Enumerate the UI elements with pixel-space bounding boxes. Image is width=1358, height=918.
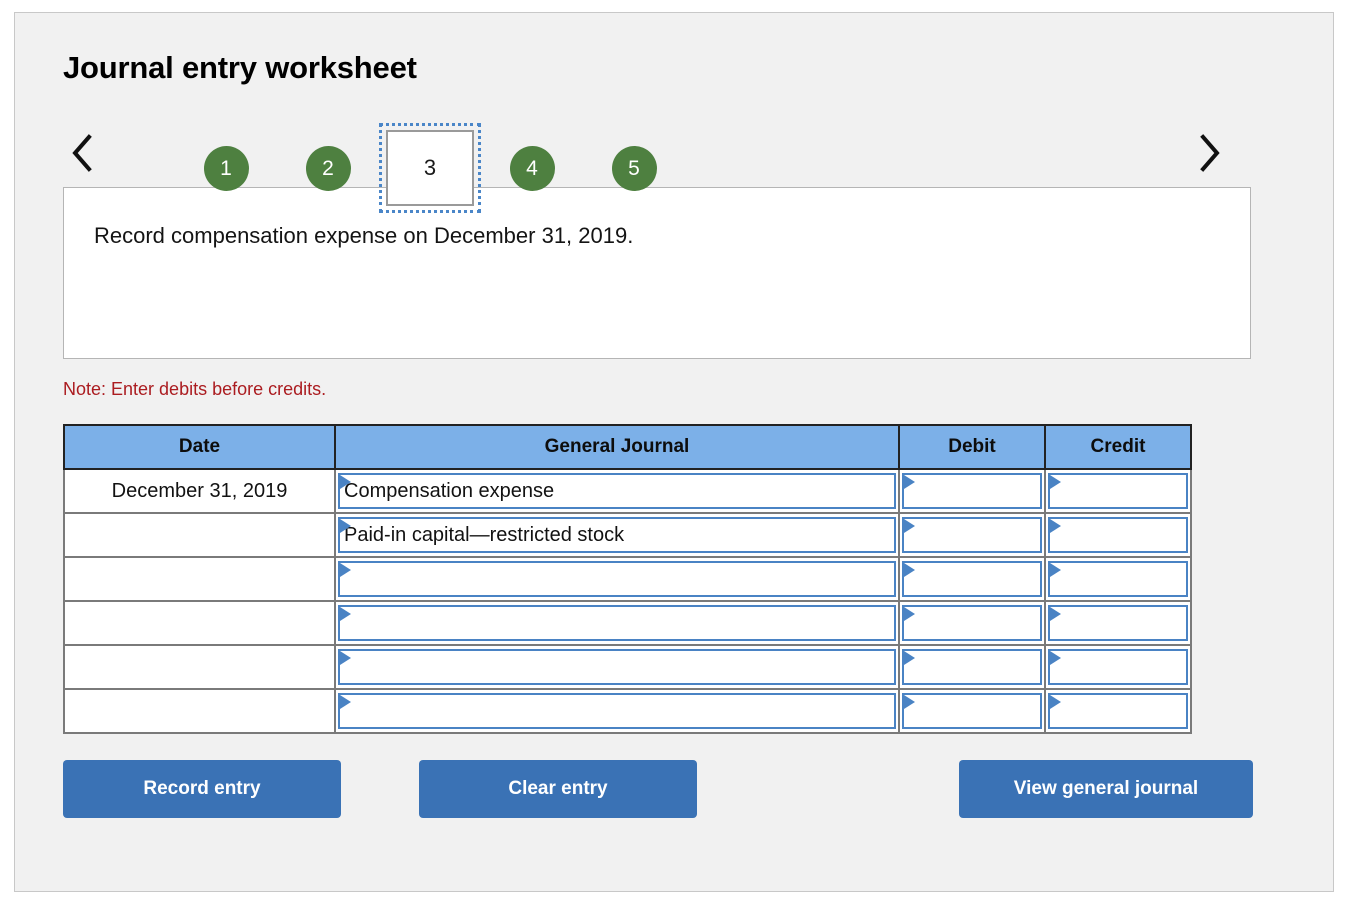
column-header-credit: Credit: [1044, 424, 1192, 470]
content-panel: Journal entry worksheet 1 2 3 4 5 Record…: [14, 12, 1334, 892]
debit-input[interactable]: [902, 473, 1042, 509]
dropdown-triangle-icon: [904, 695, 915, 709]
step-3-focus-outline: 3: [379, 123, 481, 213]
dropdown-triangle-icon: [904, 519, 915, 533]
credit-input[interactable]: [1048, 605, 1188, 641]
debit-cell[interactable]: [898, 512, 1046, 558]
step-circle-2[interactable]: 2: [305, 145, 351, 191]
account-cell[interactable]: Compensation expense: [334, 468, 900, 514]
dropdown-triangle-icon: [1050, 651, 1061, 665]
dropdown-triangle-icon: [1050, 519, 1061, 533]
debit-cell[interactable]: [898, 644, 1046, 690]
debits-before-credits-note: Note: Enter debits before credits.: [63, 379, 327, 399]
debit-input[interactable]: [902, 693, 1042, 729]
column-header-general-journal: General Journal: [334, 424, 900, 470]
table-header-row: Date General Journal Debit Credit: [63, 424, 1192, 470]
page-title: Journal entry worksheet: [63, 50, 417, 85]
debit-input[interactable]: [902, 517, 1042, 553]
account-input[interactable]: Paid-in capital—restricted stock: [338, 517, 896, 553]
step-item-4[interactable]: 4: [481, 123, 583, 213]
dropdown-triangle-icon: [1050, 607, 1061, 621]
table-row: [63, 644, 1192, 690]
dropdown-triangle-icon: [904, 563, 915, 577]
credit-cell[interactable]: [1044, 688, 1192, 734]
account-value: Compensation expense: [344, 479, 555, 502]
debit-cell[interactable]: [898, 468, 1046, 514]
step-list: 1 2 3 4 5: [175, 123, 685, 213]
credit-input[interactable]: [1048, 649, 1188, 685]
account-cell[interactable]: [334, 556, 900, 602]
dropdown-triangle-icon: [340, 695, 351, 709]
credit-cell[interactable]: [1044, 600, 1192, 646]
previous-step-button[interactable]: [65, 131, 99, 175]
next-step-button[interactable]: [1193, 131, 1227, 175]
view-general-journal-button[interactable]: View general journal: [959, 760, 1253, 818]
chevron-right-icon: [1199, 134, 1221, 172]
clear-entry-button[interactable]: Clear entry: [419, 760, 697, 818]
date-cell: [63, 556, 336, 602]
step-item-2[interactable]: 2: [277, 123, 379, 213]
step-item-1[interactable]: 1: [175, 123, 277, 213]
record-entry-button[interactable]: Record entry: [63, 760, 341, 818]
column-header-date: Date: [63, 424, 336, 470]
step-item-5[interactable]: 5: [583, 123, 685, 213]
debit-input[interactable]: [902, 561, 1042, 597]
dropdown-triangle-icon: [1050, 475, 1061, 489]
table-row: December 31, 2019 Compensation expense: [63, 468, 1192, 514]
dropdown-triangle-icon: [340, 651, 351, 665]
chevron-left-icon: [71, 134, 93, 172]
table-row: [63, 688, 1192, 734]
account-cell[interactable]: Paid-in capital—restricted stock: [334, 512, 900, 558]
worksheet-screen: Journal entry worksheet 1 2 3 4 5 Record…: [0, 0, 1358, 918]
account-input[interactable]: [338, 605, 896, 641]
credit-input[interactable]: [1048, 561, 1188, 597]
dropdown-triangle-icon: [904, 475, 915, 489]
dropdown-triangle-icon: [1050, 695, 1061, 709]
account-input[interactable]: [338, 561, 896, 597]
account-input[interactable]: [338, 649, 896, 685]
account-value: Paid-in capital—restricted stock: [344, 523, 625, 546]
date-cell: [63, 512, 336, 558]
dropdown-triangle-icon: [340, 607, 351, 621]
debit-cell[interactable]: [898, 600, 1046, 646]
step-navigation: 1 2 3 4 5: [63, 101, 1253, 213]
date-cell: [63, 644, 336, 690]
action-bar: Record entry Clear entry View general jo…: [63, 760, 1253, 822]
credit-input[interactable]: [1048, 517, 1188, 553]
journal-entry-table: Date General Journal Debit Credit Decemb…: [63, 424, 1192, 734]
dropdown-triangle-icon: [904, 651, 915, 665]
debit-input[interactable]: [902, 605, 1042, 641]
account-cell[interactable]: [334, 688, 900, 734]
content-inner: Journal entry worksheet 1 2 3 4 5 Record…: [63, 49, 1253, 822]
credit-input[interactable]: [1048, 693, 1188, 729]
debit-cell[interactable]: [898, 556, 1046, 602]
debit-input[interactable]: [902, 649, 1042, 685]
account-input[interactable]: [338, 693, 896, 729]
step-circle-5[interactable]: 5: [611, 145, 657, 191]
credit-cell[interactable]: [1044, 512, 1192, 558]
table-row: [63, 600, 1192, 646]
step-item-3[interactable]: 3: [379, 123, 481, 213]
account-input[interactable]: Compensation expense: [338, 473, 896, 509]
account-cell[interactable]: [334, 644, 900, 690]
step-circle-1[interactable]: 1: [203, 145, 249, 191]
debit-cell[interactable]: [898, 688, 1046, 734]
credit-cell[interactable]: [1044, 644, 1192, 690]
step-circle-4[interactable]: 4: [509, 145, 555, 191]
credit-cell[interactable]: [1044, 468, 1192, 514]
dropdown-triangle-icon: [904, 607, 915, 621]
date-cell: [63, 688, 336, 734]
column-header-debit: Debit: [898, 424, 1046, 470]
account-cell[interactable]: [334, 600, 900, 646]
table-row: [63, 556, 1192, 602]
dropdown-triangle-icon: [1050, 563, 1061, 577]
table-row: Paid-in capital—restricted stock: [63, 512, 1192, 558]
credit-input[interactable]: [1048, 473, 1188, 509]
credit-cell[interactable]: [1044, 556, 1192, 602]
date-cell: [63, 600, 336, 646]
step-box-3[interactable]: 3: [386, 130, 474, 206]
date-cell: December 31, 2019: [63, 468, 336, 514]
transaction-description-text: Record compensation expense on December …: [94, 223, 634, 248]
dropdown-triangle-icon: [340, 563, 351, 577]
